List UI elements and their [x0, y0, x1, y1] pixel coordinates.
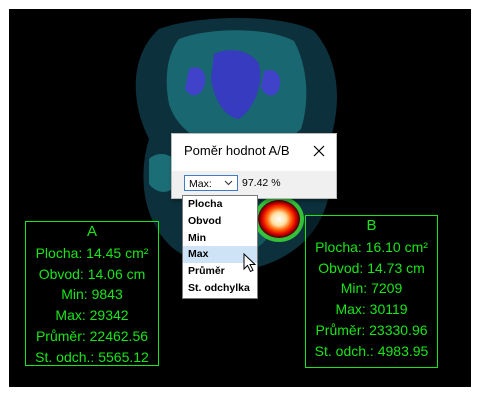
- roi-b-max: Max: 30119: [335, 301, 408, 318]
- roi-a-max: Max: 29342: [55, 307, 129, 324]
- dialog-body: Max: 97.42 %: [172, 171, 336, 197]
- mode-select[interactable]: Max:: [184, 175, 238, 191]
- roi-a-area: Plocha: 14.45 cm²: [35, 244, 149, 261]
- roi-a-mean: Průměr: 22462.56: [35, 327, 149, 344]
- roi-b-stats: B Plocha: 16.10 cm² Obvod: 14.73 cm Min:…: [305, 215, 438, 368]
- roi-b-label: B: [366, 217, 377, 234]
- dropdown-option-obvod[interactable]: Obvod: [183, 213, 257, 230]
- roi-b-area: Plocha: 16.10 cm²: [315, 238, 428, 255]
- ratio-value: 97.42 %: [242, 177, 281, 189]
- dropdown-option-plocha[interactable]: Plocha: [183, 196, 257, 213]
- dialog-title: Poměr hodnot A/B: [184, 143, 290, 158]
- roi-a-label: A: [86, 223, 97, 240]
- roi-a-min: Min: 9843: [61, 286, 123, 303]
- roi-b-std: St. odch.: 4983.95: [314, 342, 429, 359]
- roi-b-perimeter: Obvod: 14.73 cm: [318, 259, 425, 276]
- roi-a-stats: A Plocha: 14.45 cm² Obvod: 14.06 cm Min:…: [25, 221, 159, 366]
- dialog-titlebar[interactable]: Poměr hodnot A/B: [172, 134, 336, 171]
- close-button[interactable]: [306, 139, 332, 163]
- roi-a-std: St. odch.: 5565.12: [35, 348, 149, 365]
- roi-a-perimeter: Obvod: 14.06 cm: [38, 265, 146, 282]
- chevron-down-icon: [224, 180, 233, 186]
- close-icon: [313, 145, 325, 157]
- dropdown-option-min[interactable]: Min: [183, 230, 257, 247]
- mode-select-value: Max:: [189, 178, 212, 190]
- roi-b-min: Min: 7209: [340, 280, 403, 297]
- mouse-pointer-icon: [243, 253, 257, 273]
- roi-b-mean: Průměr: 23330.96: [315, 321, 428, 338]
- mode-dropdown-list: Plocha Obvod Min Max Průměr St. odchylka: [182, 195, 258, 299]
- dropdown-option-st-odchylka[interactable]: St. odchylka: [183, 280, 257, 297]
- ratio-dialog: Poměr hodnot A/B Max: 97.42 %: [171, 133, 337, 199]
